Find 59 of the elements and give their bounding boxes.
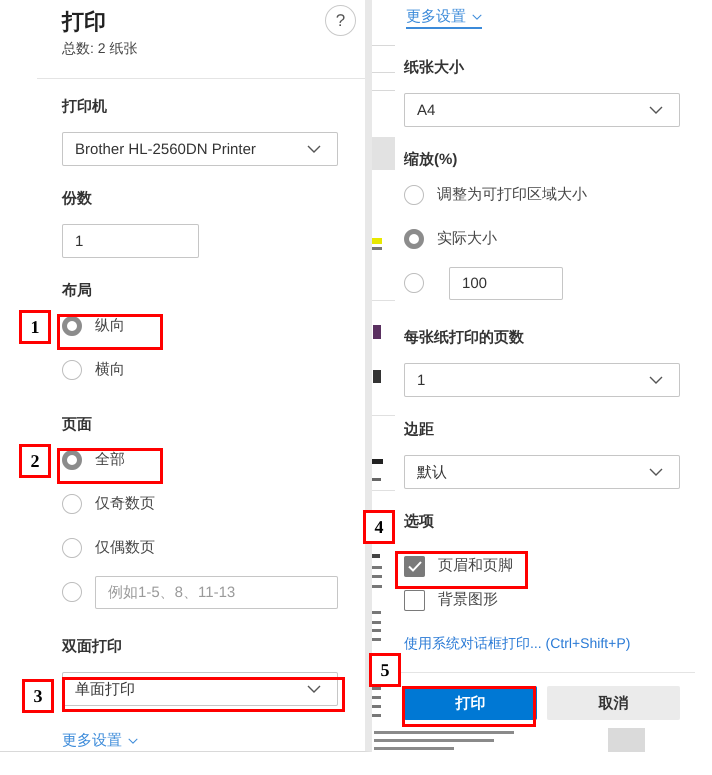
dropdown-select[interactable]: Brother HL-2560DN Printer xyxy=(62,132,338,166)
option-label[interactable]: 背景图形 xyxy=(438,590,498,610)
annotation-number: 1 xyxy=(19,310,51,344)
dropdown-select[interactable]: 1 xyxy=(404,363,680,397)
section-label: 纸张大小 xyxy=(404,58,464,78)
dialog-title: 打印 xyxy=(62,8,107,36)
radio-button[interactable] xyxy=(62,450,82,470)
section-label: 页面 xyxy=(62,415,92,435)
section-label: 布局 xyxy=(62,281,92,301)
cancel-button[interactable]: 取消 xyxy=(547,686,680,720)
option-label[interactable]: 仅奇数页 xyxy=(95,494,155,514)
chevron-down-icon xyxy=(649,468,663,476)
section-label: 选项 xyxy=(404,512,434,532)
option-label[interactable]: 实际大小 xyxy=(437,229,497,249)
annotation-number: 2 xyxy=(19,444,51,478)
option-label[interactable]: 调整为可打印区域大小 xyxy=(437,185,587,205)
section-label: 每张纸打印的页数 xyxy=(404,328,524,348)
section-label: 打印机 xyxy=(62,97,107,117)
chevron-down-icon xyxy=(472,14,482,20)
section-label: 缩放(%) xyxy=(404,150,458,170)
input-field[interactable]: 1 xyxy=(62,224,199,258)
radio-button[interactable] xyxy=(404,185,424,205)
more-settings-link[interactable]: 更多设置 xyxy=(62,731,138,753)
sheet-count: 总数: 2 纸张 xyxy=(62,39,138,58)
chevron-down-icon xyxy=(307,685,321,693)
option-label[interactable]: 页眉和页脚 xyxy=(438,556,513,576)
radio-button[interactable] xyxy=(62,494,82,514)
system-dialog-link[interactable]: 使用系统对话框打印... (Ctrl+Shift+P) xyxy=(404,633,630,653)
radio-button[interactable] xyxy=(62,316,82,336)
help-button[interactable]: ? xyxy=(325,5,356,36)
section-label: 份数 xyxy=(62,189,92,209)
option-label[interactable]: 纵向 xyxy=(95,316,125,336)
annotation-number: 4 xyxy=(363,510,395,544)
radio-button[interactable] xyxy=(62,360,82,380)
checkbox[interactable] xyxy=(404,556,425,576)
option-label[interactable]: 全部 xyxy=(95,450,125,470)
radio-button[interactable] xyxy=(404,273,424,293)
chevron-down-icon xyxy=(307,145,321,153)
option-label[interactable]: 仅偶数页 xyxy=(95,538,155,558)
preview-background xyxy=(608,728,645,752)
more-settings-link[interactable]: 更多设置 xyxy=(406,7,482,29)
dropdown-select[interactable]: 默认 xyxy=(404,455,680,489)
checkbox[interactable] xyxy=(404,590,425,610)
radio-button[interactable] xyxy=(62,582,82,602)
dropdown-select[interactable]: A4 xyxy=(404,93,680,127)
section-label: 双面打印 xyxy=(62,637,122,657)
annotation-number: 3 xyxy=(22,679,54,713)
dropdown-select[interactable]: 单面打印 xyxy=(62,672,338,706)
input-field[interactable]: 例如1-5、8、11-13 xyxy=(95,576,338,608)
chevron-down-icon xyxy=(128,738,138,744)
input-field[interactable]: 100 xyxy=(449,266,563,300)
option-label[interactable]: 横向 xyxy=(95,360,125,380)
checkmark-icon xyxy=(408,560,422,572)
section-label: 边距 xyxy=(404,420,434,440)
radio-button[interactable] xyxy=(404,229,424,249)
annotation-number: 5 xyxy=(369,653,401,687)
radio-button[interactable] xyxy=(62,538,82,558)
chevron-down-icon xyxy=(649,376,663,384)
chevron-down-icon xyxy=(649,106,663,114)
